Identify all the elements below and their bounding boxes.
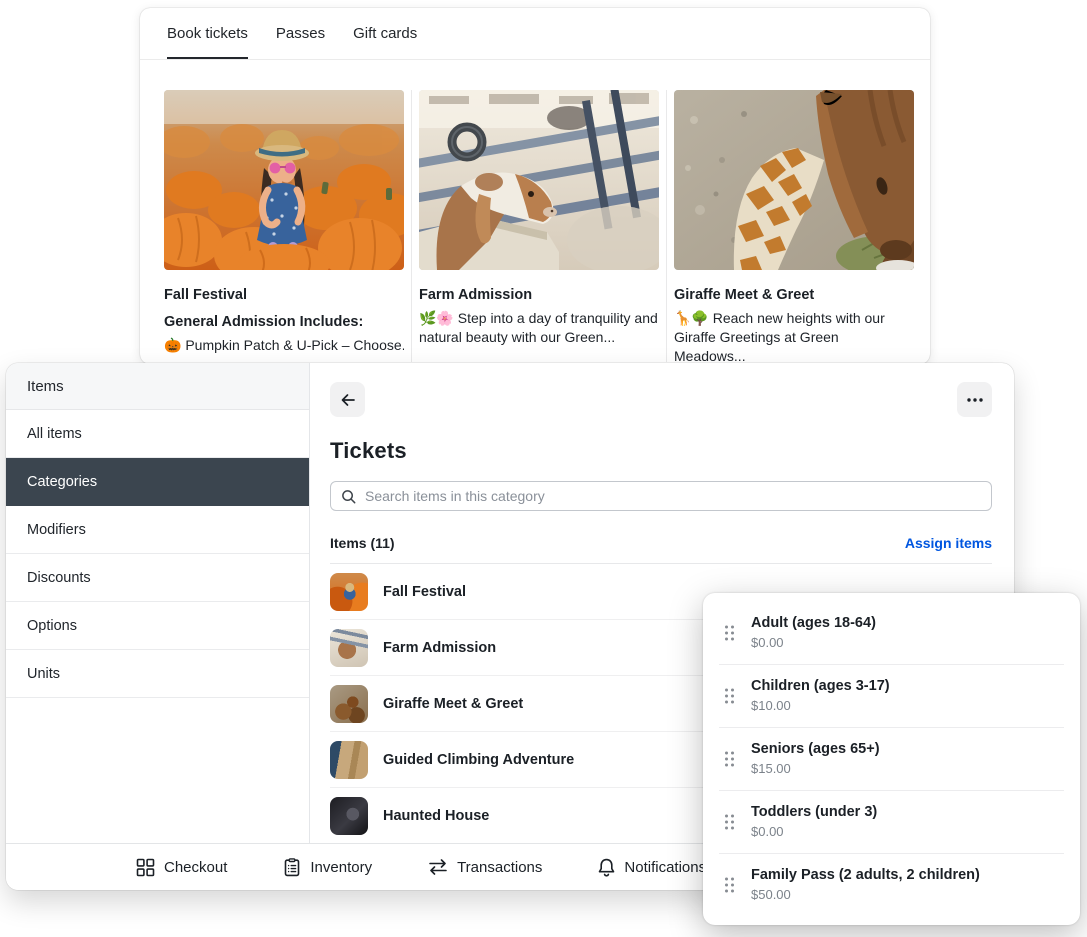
card-divider <box>411 90 412 362</box>
nav-label: Transactions <box>457 859 542 876</box>
back-button[interactable] <box>330 382 365 417</box>
giraffe-photo <box>674 90 914 270</box>
booking-window: Book tickets Passes Gift cards <box>140 8 930 364</box>
sidebar-item-modifiers[interactable]: Modifiers <box>6 506 309 554</box>
ticket-type-row-seniors[interactable]: Seniors (ages 65+) $15.00 <box>703 728 1080 790</box>
ticket-type-row-toddlers[interactable]: Toddlers (under 3) $0.00 <box>703 791 1080 853</box>
haunted-house-thumbnail <box>330 797 368 835</box>
ticket-type-price: $10.00 <box>751 698 1060 713</box>
inventory-clipboard-icon <box>283 858 301 877</box>
nav-item-transactions[interactable]: Transactions <box>428 859 542 876</box>
card-description: 🎃 Pumpkin Patch & U-Pick – Choose... <box>164 336 404 355</box>
giraffe-illustration <box>674 90 914 270</box>
tab-gift-cards[interactable]: Gift cards <box>353 8 417 59</box>
drag-handle-icon[interactable] <box>724 877 735 894</box>
arrow-left-icon <box>339 391 357 409</box>
card-title: Fall Festival <box>164 287 404 303</box>
drag-handle-icon[interactable] <box>724 625 735 642</box>
item-name: Guided Climbing Adventure <box>383 752 574 768</box>
ticket-type-name: Family Pass (2 adults, 2 children) <box>751 867 1060 883</box>
ticket-type-name: Children (ages 3-17) <box>751 678 1060 694</box>
card-giraffe-meet-greet[interactable]: Giraffe Meet & Greet 🦒🌳 Reach new height… <box>674 90 914 364</box>
card-title: Giraffe Meet & Greet <box>674 287 914 303</box>
notifications-bell-icon <box>598 858 615 877</box>
sidebar-item-options[interactable]: Options <box>6 602 309 650</box>
farm-admission-photo <box>419 90 659 270</box>
nav-item-inventory[interactable]: Inventory <box>283 858 372 877</box>
ticket-type-price: $0.00 <box>751 635 1060 650</box>
transactions-arrows-icon <box>428 859 448 875</box>
items-count-label: Items (11) <box>330 535 395 551</box>
sidebar-item-categories[interactable]: Categories <box>6 458 309 506</box>
fall-festival-photo <box>164 90 404 270</box>
item-name: Haunted House <box>383 808 489 824</box>
card-fall-festival[interactable]: Fall Festival General Admission Includes… <box>164 90 404 364</box>
page-title: Tickets <box>330 438 992 464</box>
search-input[interactable] <box>365 488 981 504</box>
ticket-type-price: $15.00 <box>751 761 1060 776</box>
drag-handle-icon[interactable] <box>724 751 735 768</box>
ticket-type-name: Toddlers (under 3) <box>751 804 1060 820</box>
card-subtitle: General Admission Includes: <box>164 314 404 330</box>
card-divider <box>666 90 667 362</box>
item-name: Fall Festival <box>383 584 466 600</box>
items-sidebar: Items All items Categories Modifiers Dis… <box>6 363 310 843</box>
farm-admission-thumbnail <box>330 629 368 667</box>
tab-passes[interactable]: Passes <box>276 8 325 59</box>
fall-festival-thumbnail <box>330 573 368 611</box>
checkout-grid-icon <box>136 858 155 877</box>
sidebar-item-units[interactable]: Units <box>6 650 309 698</box>
card-title: Farm Admission <box>419 287 659 303</box>
ticket-types-panel: Adult (ages 18-64) $0.00 Children (ages … <box>703 593 1080 925</box>
giraffe-thumbnail <box>330 685 368 723</box>
drag-handle-icon[interactable] <box>724 814 735 831</box>
pumpkin-patch-illustration <box>164 90 404 270</box>
card-description: 🦒🌳 Reach new heights with our Giraffe Gr… <box>674 309 914 364</box>
ellipsis-icon <box>967 398 983 402</box>
nav-label: Inventory <box>310 859 372 876</box>
ticket-type-name: Adult (ages 18-64) <box>751 615 1060 631</box>
booking-tabs: Book tickets Passes Gift cards <box>140 8 930 60</box>
item-name: Farm Admission <box>383 640 496 656</box>
nav-item-notifications[interactable]: Notifications <box>598 858 706 877</box>
product-cards: Fall Festival General Admission Includes… <box>140 60 930 364</box>
card-farm-admission[interactable]: Farm Admission 🌿🌸 Step into a day of tra… <box>419 90 659 364</box>
nav-label: Notifications <box>624 859 706 876</box>
sidebar-item-all-items[interactable]: All items <box>6 410 309 458</box>
card-description: 🌿🌸 Step into a day of tranquility and na… <box>419 309 659 347</box>
item-name: Giraffe Meet & Greet <box>383 696 523 712</box>
search-box <box>330 481 992 511</box>
sidebar-title: Items <box>6 363 309 410</box>
tab-book-tickets[interactable]: Book tickets <box>167 8 248 59</box>
search-icon <box>341 489 356 504</box>
sidebar-item-discounts[interactable]: Discounts <box>6 554 309 602</box>
ticket-type-row-adult[interactable]: Adult (ages 18-64) $0.00 <box>703 602 1080 664</box>
ticket-type-price: $50.00 <box>751 887 1060 902</box>
ticket-type-price: $0.00 <box>751 824 1060 839</box>
climbing-thumbnail <box>330 741 368 779</box>
assign-items-link[interactable]: Assign items <box>905 535 992 551</box>
drag-handle-icon[interactable] <box>724 688 735 705</box>
nav-item-checkout[interactable]: Checkout <box>136 858 227 877</box>
ticket-type-row-family-pass[interactable]: Family Pass (2 adults, 2 children) $50.0… <box>703 854 1080 916</box>
more-options-button[interactable] <box>957 382 992 417</box>
nav-label: Checkout <box>164 859 227 876</box>
ticket-type-name: Seniors (ages 65+) <box>751 741 1060 757</box>
ticket-type-row-children[interactable]: Children (ages 3-17) $10.00 <box>703 665 1080 727</box>
farm-goat-illustration <box>419 90 659 270</box>
